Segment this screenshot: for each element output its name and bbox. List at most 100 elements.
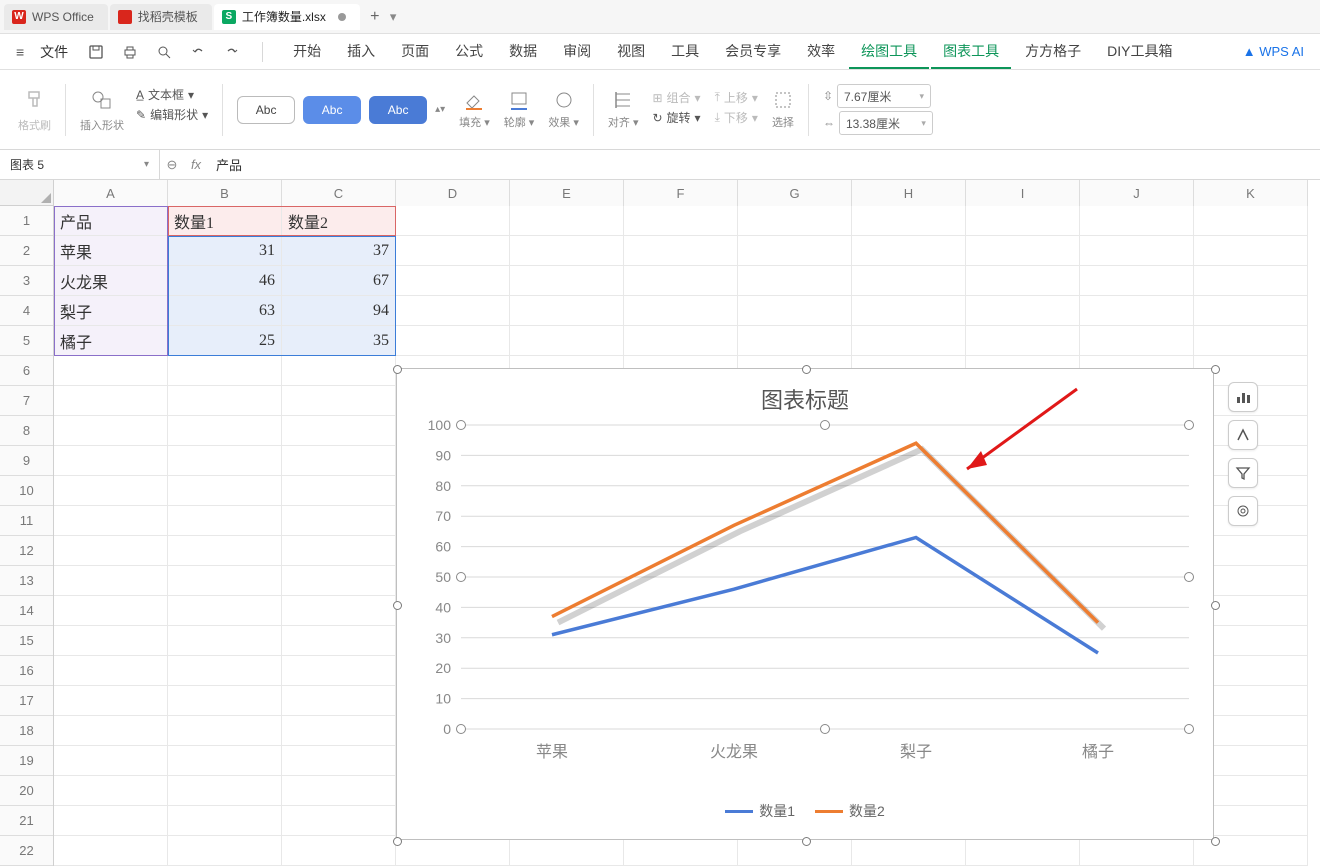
cell-I2[interactable] xyxy=(966,236,1080,266)
fx-icon[interactable]: fx xyxy=(184,157,208,172)
name-box[interactable]: 图表 5▾ xyxy=(0,150,160,179)
chart-legend[interactable]: 数量1数量2 xyxy=(397,801,1213,821)
tab-add-button[interactable]: + xyxy=(362,4,388,30)
cell-C3[interactable]: 67 xyxy=(282,266,396,296)
col-header-E[interactable]: E xyxy=(510,180,624,206)
cell-B6[interactable] xyxy=(168,356,282,386)
plot-handle[interactable] xyxy=(457,573,466,582)
col-header-I[interactable]: I xyxy=(966,180,1080,206)
move-up-button[interactable]: ⤒ 上移 ▾ xyxy=(715,89,758,106)
cell-A12[interactable] xyxy=(54,536,168,566)
effect-button[interactable]: 效果 ▾ xyxy=(548,89,579,130)
cell-B3[interactable]: 46 xyxy=(168,266,282,296)
plot-handle[interactable] xyxy=(457,725,466,734)
cell-H2[interactable] xyxy=(852,236,966,266)
cell-C9[interactable] xyxy=(282,446,396,476)
cell-B4[interactable]: 63 xyxy=(168,296,282,326)
col-header-A[interactable]: A xyxy=(54,180,168,206)
ribbon-tab-2[interactable]: 页面 xyxy=(389,35,441,69)
cell-A17[interactable] xyxy=(54,686,168,716)
cell-C10[interactable] xyxy=(282,476,396,506)
formula-input[interactable]: 产品 xyxy=(208,155,1320,174)
width-field[interactable]: 13.38厘米 xyxy=(839,111,933,135)
cell-B2[interactable]: 31 xyxy=(168,236,282,266)
cell-C22[interactable] xyxy=(282,836,396,866)
cell-F5[interactable] xyxy=(624,326,738,356)
cell-J3[interactable] xyxy=(1080,266,1194,296)
ribbon-tab-10[interactable]: 绘图工具 xyxy=(849,35,929,69)
cell-A6[interactable] xyxy=(54,356,168,386)
align-button[interactable]: 对齐 ▾ xyxy=(608,89,639,130)
ribbon-tab-12[interactable]: 方方格子 xyxy=(1013,35,1093,69)
ribbon-tab-4[interactable]: 数据 xyxy=(497,35,549,69)
cell-G2[interactable] xyxy=(738,236,852,266)
tab-app[interactable]: W WPS Office xyxy=(4,4,108,30)
cell-C6[interactable] xyxy=(282,356,396,386)
row-header-18[interactable]: 18 xyxy=(0,716,53,746)
move-down-button[interactable]: ⤓ 下移 ▾ xyxy=(715,109,758,126)
plot-handle[interactable] xyxy=(1185,573,1194,582)
row-header-10[interactable]: 10 xyxy=(0,476,53,506)
cell-B8[interactable] xyxy=(168,416,282,446)
cell-C5[interactable]: 35 xyxy=(282,326,396,356)
cell-I3[interactable] xyxy=(966,266,1080,296)
select-button[interactable]: 选择 xyxy=(772,89,794,130)
style-abc-1[interactable]: Abc xyxy=(237,96,295,124)
chart-settings-icon[interactable] xyxy=(1228,496,1258,526)
cell-B20[interactable] xyxy=(168,776,282,806)
cell-E2[interactable] xyxy=(510,236,624,266)
cell-B13[interactable] xyxy=(168,566,282,596)
cell-C1[interactable]: 数量2 xyxy=(282,206,396,236)
print-icon[interactable] xyxy=(118,40,142,64)
cell-C13[interactable] xyxy=(282,566,396,596)
plot-handle[interactable] xyxy=(457,421,466,430)
cell-A11[interactable] xyxy=(54,506,168,536)
cell-B12[interactable] xyxy=(168,536,282,566)
cell-B9[interactable] xyxy=(168,446,282,476)
cell-G1[interactable] xyxy=(738,206,852,236)
cell-C2[interactable]: 37 xyxy=(282,236,396,266)
cell-A10[interactable] xyxy=(54,476,168,506)
ribbon-tab-1[interactable]: 插入 xyxy=(335,35,387,69)
cell-G4[interactable] xyxy=(738,296,852,326)
cell-B10[interactable] xyxy=(168,476,282,506)
ribbon-tab-11[interactable]: 图表工具 xyxy=(931,35,1011,69)
cell-C16[interactable] xyxy=(282,656,396,686)
redo-icon[interactable] xyxy=(220,40,244,64)
cell-D2[interactable] xyxy=(396,236,510,266)
cell-F2[interactable] xyxy=(624,236,738,266)
row-header-5[interactable]: 5 xyxy=(0,326,53,356)
cell-B17[interactable] xyxy=(168,686,282,716)
cell-A13[interactable] xyxy=(54,566,168,596)
cell-C12[interactable] xyxy=(282,536,396,566)
cell-C15[interactable] xyxy=(282,626,396,656)
format-painter[interactable]: 格式刷 xyxy=(18,86,51,133)
plot-handle[interactable] xyxy=(1185,725,1194,734)
row-header-20[interactable]: 20 xyxy=(0,776,53,806)
row-header-19[interactable]: 19 xyxy=(0,746,53,776)
cell-D1[interactable] xyxy=(396,206,510,236)
cell-C20[interactable] xyxy=(282,776,396,806)
cell-C19[interactable] xyxy=(282,746,396,776)
cell-J4[interactable] xyxy=(1080,296,1194,326)
row-header-8[interactable]: 8 xyxy=(0,416,53,446)
cell-F4[interactable] xyxy=(624,296,738,326)
cell-B22[interactable] xyxy=(168,836,282,866)
cell-D4[interactable] xyxy=(396,296,510,326)
tab-template[interactable]: 找稻壳模板 xyxy=(110,4,212,30)
menu-icon[interactable]: ≡ xyxy=(16,44,24,60)
cell-A21[interactable] xyxy=(54,806,168,836)
cell-A7[interactable] xyxy=(54,386,168,416)
insert-shape[interactable]: 插入形状 xyxy=(80,86,124,133)
cell-I4[interactable] xyxy=(966,296,1080,326)
cell-C17[interactable] xyxy=(282,686,396,716)
plot-handle[interactable] xyxy=(821,421,830,430)
row-header-2[interactable]: 2 xyxy=(0,236,53,266)
row-header-6[interactable]: 6 xyxy=(0,356,53,386)
cell-I1[interactable] xyxy=(966,206,1080,236)
ribbon-tab-3[interactable]: 公式 xyxy=(443,35,495,69)
group-button[interactable]: ⊞ 组合 ▾ xyxy=(652,89,700,106)
col-header-J[interactable]: J xyxy=(1080,180,1194,206)
cell-A14[interactable] xyxy=(54,596,168,626)
cell-K1[interactable] xyxy=(1194,206,1308,236)
